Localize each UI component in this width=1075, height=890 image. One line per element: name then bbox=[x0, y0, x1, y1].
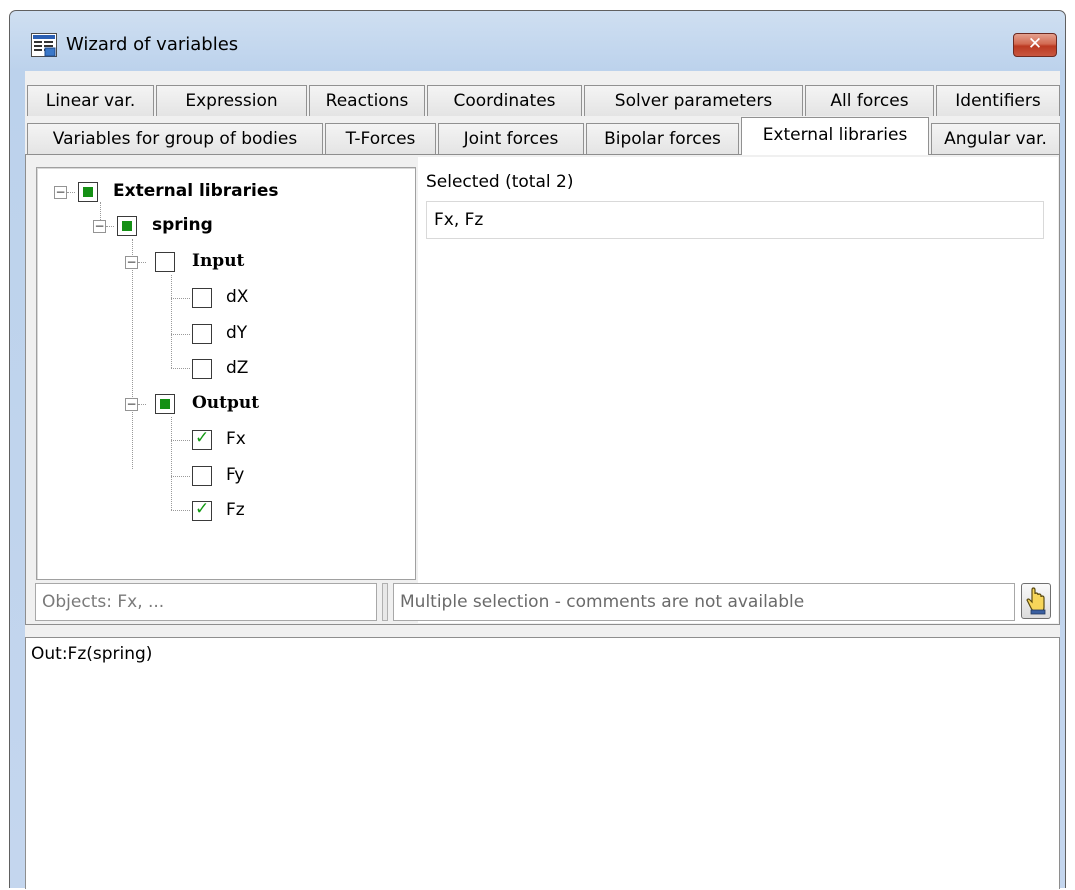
comment-field[interactable]: Multiple selection - comments are not av… bbox=[393, 583, 1015, 621]
tree-label-fy: Fy bbox=[226, 465, 245, 485]
tab-coordinates[interactable]: Coordinates bbox=[427, 85, 582, 116]
tree-label-dy: dY bbox=[226, 323, 248, 343]
selected-variables-value: Fx, Fz bbox=[434, 210, 484, 230]
tab-joint-forces[interactable]: Joint forces bbox=[438, 123, 584, 154]
client-area: Linear var. Expression Reactions Coordin… bbox=[25, 71, 1060, 889]
tab-label: Solver parameters bbox=[614, 91, 773, 111]
tab-identifiers[interactable]: Identifiers bbox=[936, 85, 1060, 116]
tab-label: Expression bbox=[185, 91, 278, 111]
comment-field-text: Multiple selection - comments are not av… bbox=[400, 592, 805, 612]
tree-label-fx: Fx bbox=[226, 429, 246, 449]
tree-checkbox-fy[interactable] bbox=[192, 466, 212, 486]
tree-node-fy[interactable]: Fy bbox=[37, 463, 397, 489]
tab-page-external-libraries: − External libraries − spring − Input dX… bbox=[25, 154, 1060, 625]
close-icon: ✕ bbox=[1027, 34, 1043, 54]
collapse-icon[interactable]: − bbox=[93, 220, 106, 233]
library-tree[interactable]: − External libraries − spring − Input dX… bbox=[36, 167, 416, 580]
title-bar: Wizard of variables ✕ bbox=[10, 11, 1065, 69]
tree-checkbox-input[interactable] bbox=[155, 252, 175, 272]
selected-variables-field[interactable]: Fx, Fz bbox=[426, 201, 1044, 239]
tab-variables-for-group-of-bodies[interactable]: Variables for group of bodies bbox=[27, 123, 323, 154]
tree-checkbox-spring[interactable] bbox=[117, 216, 137, 236]
tree-checkbox-external-libraries[interactable] bbox=[78, 182, 98, 202]
tree-label-fz: Fz bbox=[226, 500, 245, 520]
tree-checkbox-dx[interactable] bbox=[192, 288, 212, 308]
tab-label: Linear var. bbox=[45, 91, 136, 111]
tree-label-output: Output bbox=[192, 393, 260, 413]
tab-label: All forces bbox=[830, 91, 909, 111]
tab-label: External libraries bbox=[762, 125, 908, 145]
wizard-window: Wizard of variables ✕ Linear var. Expres… bbox=[9, 10, 1066, 889]
apply-button[interactable] bbox=[1021, 583, 1051, 619]
panel-splitter[interactable] bbox=[382, 583, 388, 621]
tree-label-input: Input bbox=[192, 251, 245, 271]
selection-panel: Selected (total 2) Fx, Fz bbox=[418, 157, 1058, 623]
tree-node-input[interactable]: − Input bbox=[37, 249, 397, 275]
tab-bipolar-forces[interactable]: Bipolar forces bbox=[586, 123, 739, 154]
tree-label-external-libraries: External libraries bbox=[113, 181, 279, 201]
tab-t-forces[interactable]: T-Forces bbox=[325, 123, 436, 154]
tree-node-output[interactable]: − Output bbox=[37, 391, 397, 417]
tab-label: Reactions bbox=[325, 91, 409, 111]
tab-expression[interactable]: Expression bbox=[156, 85, 307, 116]
collapse-icon[interactable]: − bbox=[125, 256, 138, 269]
expression-memo[interactable]: Out:Fz(spring) bbox=[25, 637, 1060, 889]
tree-node-dx[interactable]: dX bbox=[37, 285, 397, 311]
tab-label: Joint forces bbox=[463, 129, 559, 149]
tab-external-libraries[interactable]: External libraries bbox=[741, 117, 929, 155]
tree-node-dy[interactable]: dY bbox=[37, 321, 397, 347]
tree-checkbox-output[interactable] bbox=[155, 394, 175, 414]
tree-label-dz: dZ bbox=[226, 358, 249, 378]
tree-label-dx: dX bbox=[226, 287, 249, 307]
tab-angular-var[interactable]: Angular var. bbox=[931, 123, 1060, 154]
tree-checkbox-dy[interactable] bbox=[192, 324, 212, 344]
window-title: Wizard of variables bbox=[66, 34, 239, 55]
pointing-hand-icon bbox=[1026, 587, 1046, 615]
tree-node-fz[interactable]: Fz bbox=[37, 498, 397, 524]
tree-node-spring[interactable]: − spring bbox=[37, 213, 397, 239]
tree-node-dz[interactable]: dZ bbox=[37, 356, 397, 382]
tab-label: T-Forces bbox=[345, 129, 416, 149]
tree-label-spring: spring bbox=[152, 215, 213, 235]
tab-label: Angular var. bbox=[944, 129, 1047, 149]
tab-label: Bipolar forces bbox=[604, 129, 721, 149]
tree-checkbox-fx[interactable] bbox=[192, 428, 212, 450]
selected-count-label: Selected (total 2) bbox=[426, 172, 574, 192]
tree-node-external-libraries[interactable]: − External libraries bbox=[37, 179, 397, 205]
tab-label: Variables for group of bodies bbox=[52, 129, 298, 149]
tab-solver-parameters[interactable]: Solver parameters bbox=[584, 85, 803, 116]
collapse-icon[interactable]: − bbox=[54, 186, 67, 199]
close-button[interactable]: ✕ bbox=[1013, 33, 1057, 57]
objects-field-text: Objects: Fx, ... bbox=[42, 592, 165, 612]
tree-checkbox-dz[interactable] bbox=[192, 359, 212, 379]
tree-checkbox-fz[interactable] bbox=[192, 499, 212, 521]
variables-wizard-icon bbox=[31, 33, 57, 57]
tree-node-fx[interactable]: Fx bbox=[37, 427, 397, 453]
tab-all-forces[interactable]: All forces bbox=[805, 85, 934, 116]
tab-linear-var[interactable]: Linear var. bbox=[27, 85, 154, 116]
tab-label: Identifiers bbox=[955, 91, 1041, 111]
tab-label: Coordinates bbox=[453, 91, 556, 111]
collapse-icon[interactable]: − bbox=[125, 398, 138, 411]
objects-field[interactable]: Objects: Fx, ... bbox=[35, 583, 377, 621]
expression-memo-text: Out:Fz(spring) bbox=[31, 644, 153, 664]
tab-reactions[interactable]: Reactions bbox=[309, 85, 425, 116]
